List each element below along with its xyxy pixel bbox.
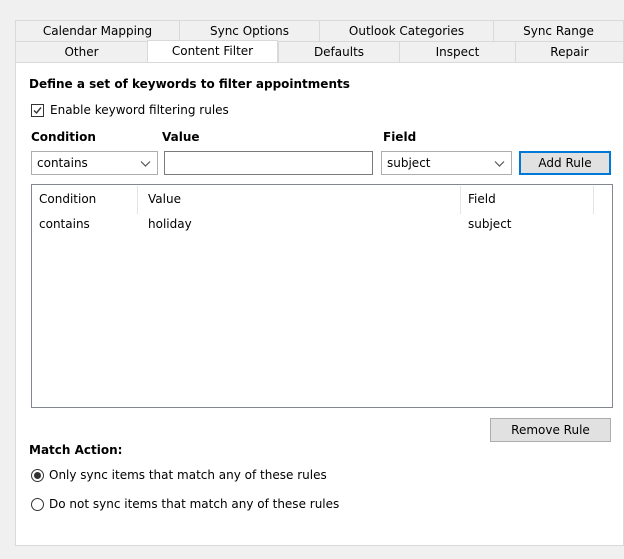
column-header-condition[interactable]: Condition [39,192,96,206]
field-dropdown[interactable]: subject [381,151,512,175]
field-dropdown-value: subject [387,156,431,170]
tab-calendar-mapping[interactable]: Calendar Mapping [15,20,179,41]
checkmark-icon [33,107,42,115]
tab-outlook-categories[interactable]: Outlook Categories [319,20,493,41]
column-header-field[interactable]: Field [468,192,496,206]
condition-dropdown-value: contains [37,156,88,170]
tab-sync-range[interactable]: Sync Range [493,20,624,41]
cell-condition: contains [39,217,90,231]
column-divider[interactable] [593,186,594,214]
filter-heading: Define a set of keywords to filter appoi… [29,77,350,91]
tab-label: Outlook Categories [348,24,465,38]
column-divider[interactable] [137,186,138,214]
add-rule-button[interactable]: Add Rule [519,151,611,175]
cell-field: subject [468,217,512,231]
tab-label: Other [64,45,99,59]
rules-list[interactable]: Condition Value Field contains holiday s… [31,184,613,408]
value-label: Value [162,130,200,144]
tab-repair[interactable]: Repair [515,41,624,62]
chevron-down-icon [140,161,151,167]
tab-label: Calendar Mapping [42,24,153,38]
tab-label: Sync Options [209,24,290,38]
tab-label: Repair [550,45,589,59]
cell-value: holiday [148,217,192,231]
enable-filtering-label[interactable]: Enable keyword filtering rules [50,103,229,117]
tab-label: Content Filter [171,44,254,58]
only-sync-matching-label[interactable]: Only sync items that match any of these … [49,468,327,482]
do-not-sync-matching-radio[interactable] [31,498,44,511]
condition-dropdown[interactable]: contains [31,151,158,175]
column-header-value[interactable]: Value [148,192,181,206]
table-row[interactable]: contains holiday subject [33,213,611,235]
condition-label: Condition [31,130,96,144]
only-sync-matching-radio[interactable] [31,469,44,482]
tab-inspect[interactable]: Inspect [399,41,515,62]
enable-filtering-checkbox[interactable] [31,104,44,117]
match-action-label: Match Action: [29,443,123,457]
tab-label: Defaults [313,45,365,59]
value-input[interactable] [164,151,373,175]
tab-other[interactable]: Other [15,41,147,62]
chevron-down-icon [494,161,505,167]
tab-label: Inspect [435,45,480,59]
tab-content-filter[interactable]: Content Filter [147,40,278,62]
do-not-sync-matching-label[interactable]: Do not sync items that match any of thes… [49,497,339,511]
column-divider[interactable] [460,186,461,214]
tab-label: Sync Range [523,24,594,38]
remove-rule-button[interactable]: Remove Rule [490,418,611,442]
field-label: Field [383,130,417,144]
radio-selected-dot [34,472,41,479]
tab-sync-options[interactable]: Sync Options [179,20,319,41]
tab-defaults[interactable]: Defaults [278,41,399,62]
